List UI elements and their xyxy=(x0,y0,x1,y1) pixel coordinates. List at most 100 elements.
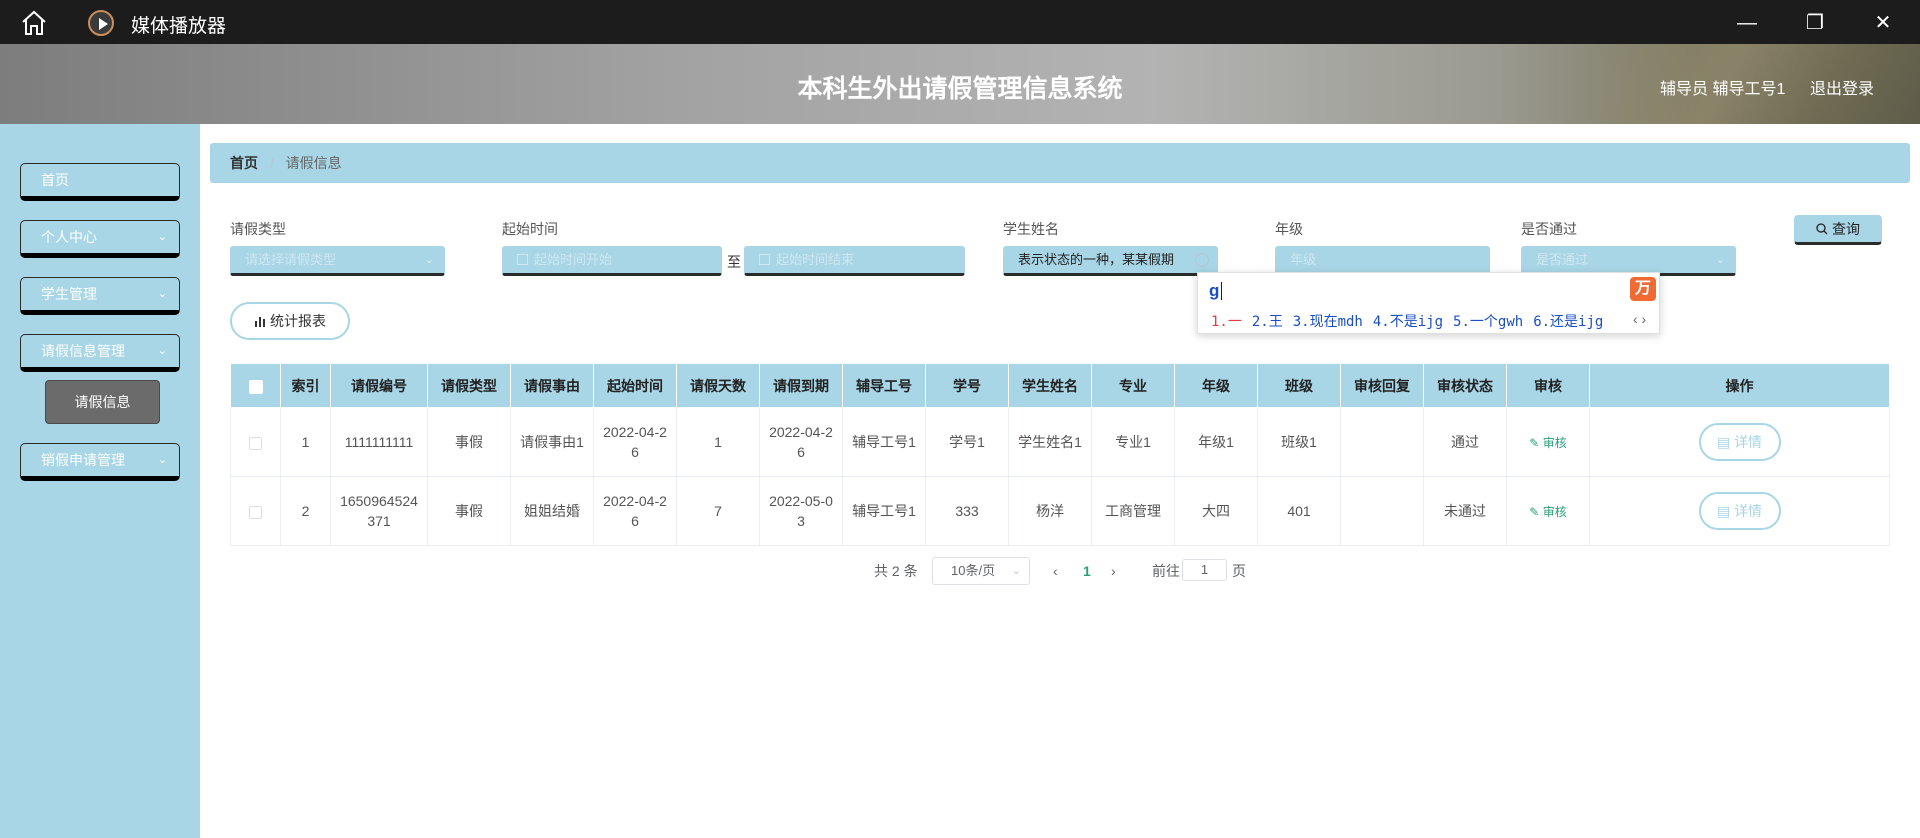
ime-candidate[interactable]: 3.现在mdh xyxy=(1293,314,1363,330)
page-size-select[interactable]: 10条/页 ⌄ xyxy=(932,557,1030,585)
ime-composition-text: g xyxy=(1209,281,1220,300)
column-header: 年级 xyxy=(1174,363,1258,408)
edit-icon: ✎ xyxy=(1529,504,1543,519)
approved-label: 是否通过 xyxy=(1521,221,1577,237)
cell-student-id: 学号1 xyxy=(925,407,1009,477)
query-button[interactable]: 查询 xyxy=(1794,215,1882,245)
ime-candidate-list: 1.一 2.王 3.现在mdh 4.不是ijg 5.一个gwh 6.还是ijg xyxy=(1211,311,1613,331)
ime-logo-icon[interactable]: 万 xyxy=(1630,277,1656,301)
detail-button-label: 详情 xyxy=(1734,434,1763,450)
cell-actions: ▤ 详情 xyxy=(1589,476,1890,546)
column-header: 专业 xyxy=(1091,363,1175,408)
audit-link-label: 审核 xyxy=(1542,435,1567,450)
cell-tutor-no: 辅导工号1 xyxy=(842,476,926,546)
sidebar-item-home[interactable]: 首页 xyxy=(20,163,180,201)
ime-candidate[interactable]: 6.还是ijg xyxy=(1533,314,1603,330)
table-header-row: 索引 请假编号 请假类型 请假事由 起始时间 请假天数 请假到期 辅导工号 学号… xyxy=(230,363,1890,408)
cell-due-date: 2022-04-26 xyxy=(759,407,843,477)
cell-index: 1 xyxy=(280,407,331,477)
sidebar-item-label: 个人中心 xyxy=(41,229,97,245)
cell-audit: ✎ 审核 xyxy=(1506,476,1590,546)
media-player-app-icon xyxy=(88,10,114,36)
breadcrumb: 首页 / 请假信息 xyxy=(210,143,1910,183)
column-header: 请假类型 xyxy=(427,363,511,408)
sidebar-item-personal-center[interactable]: 个人中心 ⌄ xyxy=(20,220,180,258)
logout-link[interactable]: 退出登录 xyxy=(1810,75,1874,99)
table-row: 1 1111111111 事假 请假事由1 2022-04-26 1 2022-… xyxy=(230,407,1890,477)
breadcrumb-current: 请假信息 xyxy=(285,155,342,171)
sidebar-subitem-leave-info[interactable]: 请假信息 xyxy=(45,380,160,424)
row-checkbox[interactable] xyxy=(249,436,262,450)
student-name-value: 表示状态的一种，某某假期 xyxy=(1018,252,1175,267)
detail-button[interactable]: ▤ 详情 xyxy=(1698,423,1781,461)
leave-info-table: 索引 请假编号 请假类型 请假事由 起始时间 请假天数 请假到期 辅导工号 学号… xyxy=(230,363,1890,546)
goto-page-input[interactable]: 1 xyxy=(1182,559,1227,581)
next-page-button[interactable]: › xyxy=(1111,556,1116,586)
audit-link[interactable]: ✎ 审核 xyxy=(1529,436,1566,450)
ime-candidate[interactable]: 4.不是ijg xyxy=(1373,314,1443,330)
sidebar-item-cancel-leave[interactable]: 销假申请管理 ⌄ xyxy=(20,443,180,481)
cell-class: 401 xyxy=(1257,476,1341,546)
cell-start-time: 2022-04-26 xyxy=(593,476,677,546)
ime-page-arrows[interactable]: ‹ › xyxy=(1633,311,1646,327)
cell-grade: 年级1 xyxy=(1174,407,1258,477)
statistics-report-button[interactable]: 统计报表 xyxy=(230,302,350,340)
minimize-button[interactable]: — xyxy=(1732,8,1762,38)
row-checkbox[interactable] xyxy=(249,505,262,519)
leave-type-placeholder: 请选择请假类型 xyxy=(245,252,337,267)
window-titlebar: 媒体播放器 — ❐ ✕ xyxy=(0,0,1920,44)
cell-student-name: 学生姓名1 xyxy=(1008,407,1092,477)
bar-chart-icon xyxy=(255,317,265,327)
start-date-to-input[interactable]: 起始时间结束 xyxy=(744,246,965,276)
detail-button[interactable]: ▤ 详情 xyxy=(1698,492,1781,530)
audit-link-label: 审核 xyxy=(1542,504,1567,519)
query-button-label: 查询 xyxy=(1832,221,1860,237)
cell-class: 班级1 xyxy=(1257,407,1341,477)
leave-type-select[interactable]: 请选择请假类型 ⌄ xyxy=(230,246,445,276)
grade-label: 年级 xyxy=(1275,221,1303,237)
prev-page-button[interactable]: ‹ xyxy=(1053,556,1058,586)
column-header: 审核回复 xyxy=(1340,363,1424,408)
document-icon: ▤ xyxy=(1716,434,1735,450)
leave-type-label: 请假类型 xyxy=(230,221,286,237)
system-title: 本科生外出请假管理信息系统 xyxy=(797,75,1123,103)
chevron-down-icon: ⌄ xyxy=(424,254,434,266)
start-date-from-input[interactable]: 起始时间开始 xyxy=(502,246,722,276)
cell-start-time: 2022-04-26 xyxy=(593,407,677,477)
column-header: 请假到期 xyxy=(759,363,843,408)
close-button[interactable]: ✕ xyxy=(1868,8,1898,38)
audit-link[interactable]: ✎ 审核 xyxy=(1529,505,1566,519)
chevron-down-icon: ⌄ xyxy=(157,231,167,243)
sidebar-item-label: 请假信息管理 xyxy=(41,343,125,359)
sidebar-item-label: 学生管理 xyxy=(41,286,97,302)
ime-candidate[interactable]: 5.一个gwh xyxy=(1453,314,1523,330)
detail-button-label: 详情 xyxy=(1734,503,1763,519)
calendar-icon xyxy=(517,254,528,265)
breadcrumb-home[interactable]: 首页 xyxy=(230,155,258,171)
cell-major: 工商管理 xyxy=(1091,476,1175,546)
ime-candidate[interactable]: 1.一 xyxy=(1211,314,1242,330)
sidebar-item-student-management[interactable]: 学生管理 ⌄ xyxy=(20,277,180,315)
start-date-to-placeholder: 起始时间结束 xyxy=(776,252,855,267)
cell-audit-reply xyxy=(1340,476,1424,546)
sidebar-item-leave-management[interactable]: 请假信息管理 ⌄ xyxy=(20,334,180,372)
calendar-icon xyxy=(759,254,770,265)
start-date-from-placeholder: 起始时间开始 xyxy=(534,252,613,267)
page-number-current[interactable]: 1 xyxy=(1083,556,1091,586)
row-select-cell xyxy=(230,407,281,477)
date-range-separator: 至 xyxy=(727,254,741,270)
clear-icon[interactable] xyxy=(1195,253,1209,267)
cell-student-id: 333 xyxy=(925,476,1009,546)
student-name-input[interactable]: 表示状态的一种，某某假期 xyxy=(1003,246,1218,276)
ime-candidate[interactable]: 2.王 xyxy=(1252,314,1283,330)
home-icon[interactable] xyxy=(20,10,48,36)
pagination-total: 共 2 条 xyxy=(874,563,918,579)
cell-actions: ▤ 详情 xyxy=(1589,407,1890,477)
cell-reason: 请假事由1 xyxy=(510,407,594,477)
breadcrumb-separator: / xyxy=(269,155,274,171)
column-header: 请假天数 xyxy=(676,363,760,408)
select-all-header xyxy=(230,363,281,408)
cell-audit: ✎ 审核 xyxy=(1506,407,1590,477)
select-all-checkbox[interactable] xyxy=(248,379,263,394)
maximize-button[interactable]: ❐ xyxy=(1800,8,1830,38)
